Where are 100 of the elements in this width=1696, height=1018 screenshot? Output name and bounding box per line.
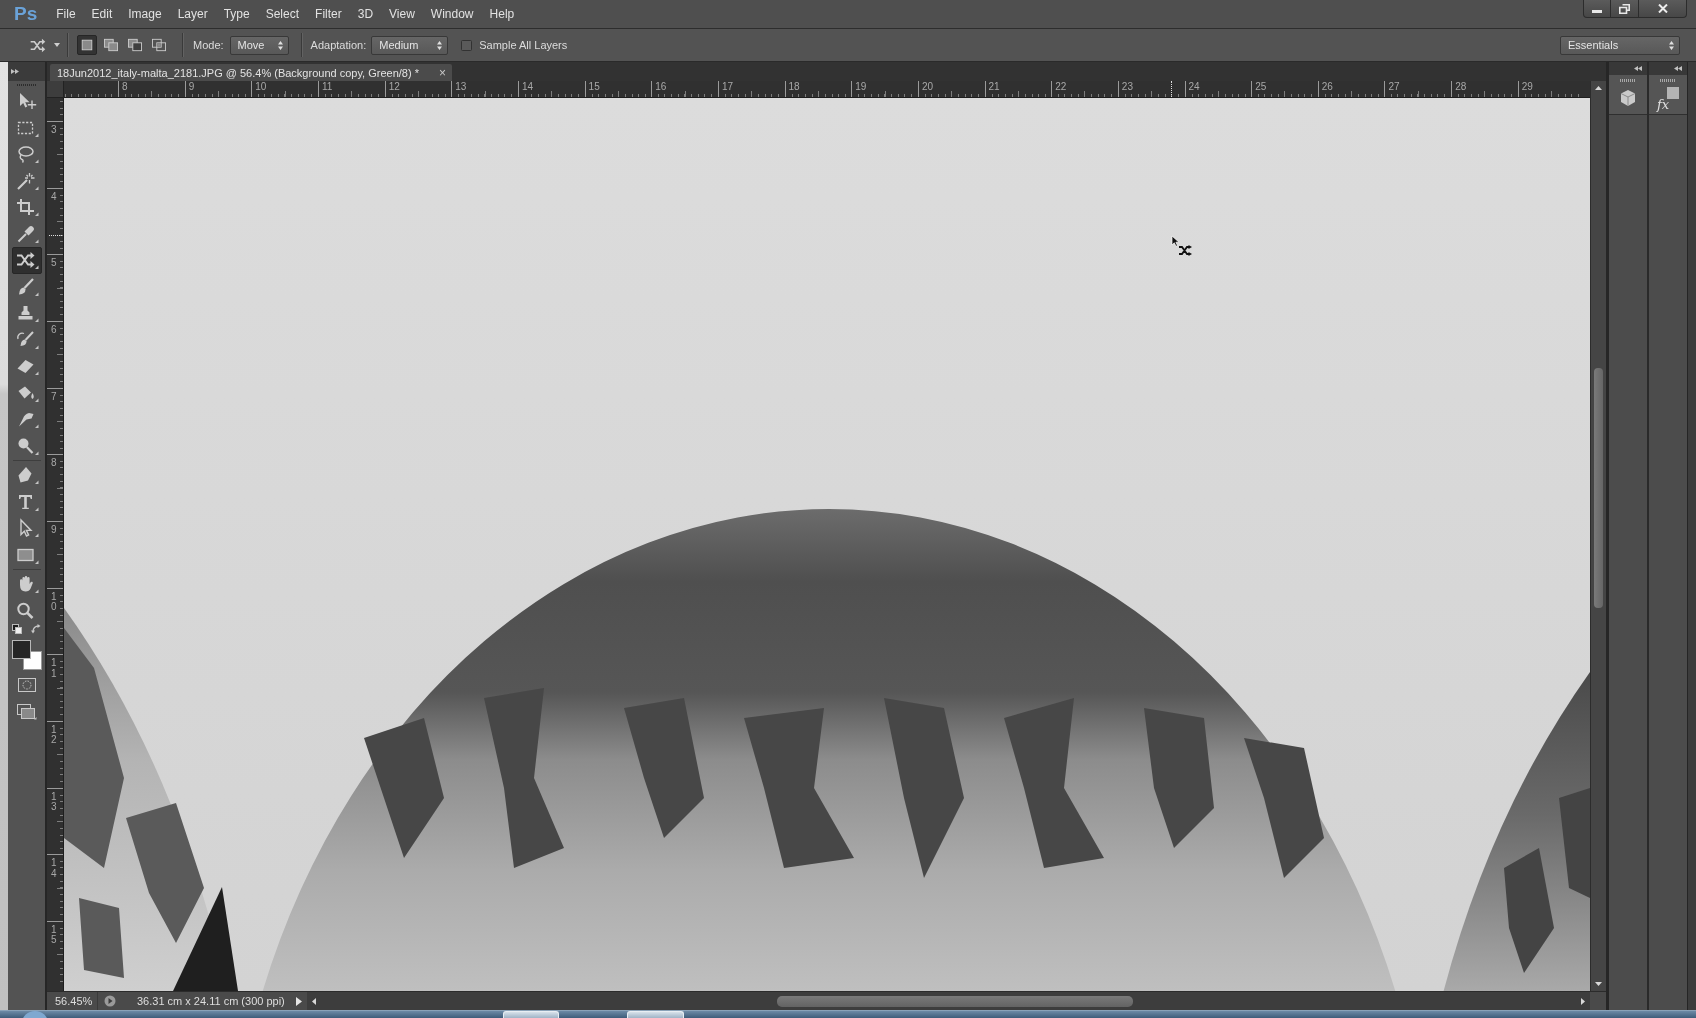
ruler-label: 13 <box>51 791 57 813</box>
minimize-button[interactable] <box>1583 0 1611 18</box>
ruler-label: 5 <box>51 258 57 269</box>
ruler-label: 7 <box>51 391 57 403</box>
ruler-label: 3 <box>51 125 57 136</box>
close-icon <box>1657 4 1668 13</box>
ruler-label: 14 <box>51 858 57 880</box>
ruler-label: 16 <box>655 81 667 92</box>
ruler-label: 17 <box>721 81 734 92</box>
restore-button[interactable] <box>1611 0 1639 18</box>
ruler-label: 15 <box>51 924 57 946</box>
double-chevron-icon[interactable] <box>11 69 19 74</box>
ruler-label: 19 <box>855 81 867 92</box>
menu-item[interactable]: Type <box>215 3 258 25</box>
start-orb-icon[interactable] <box>20 1011 50 1018</box>
cursor-icon <box>1171 235 1193 257</box>
double-chevron-icon[interactable] <box>1634 66 1642 71</box>
ruler-label: 28 <box>1455 81 1467 92</box>
app-logo: Ps <box>14 3 38 25</box>
ruler-label: 23 <box>1121 81 1133 92</box>
ruler-label: 10 <box>51 591 57 613</box>
square-icon <box>1667 87 1679 99</box>
scrollbar-thumb[interactable] <box>1594 368 1603 608</box>
mode-label: Mode: <box>193 39 224 51</box>
adaptation-dropdown[interactable]: Medium <box>371 35 449 55</box>
vertical-scrollbar[interactable] <box>1590 81 1606 991</box>
selection-mode-button[interactable] <box>77 35 97 55</box>
mini-swatches-icon[interactable] <box>12 624 22 634</box>
up-arrow-icon[interactable] <box>1595 86 1602 90</box>
ruler-label: 24 <box>1188 81 1200 92</box>
ruler-label: 4 <box>51 191 57 203</box>
dashed-circle-frame-icon <box>17 678 36 692</box>
ruler-label: 8 <box>51 458 57 469</box>
ruler-label: 12 <box>388 81 400 92</box>
ruler-label: 10 <box>255 81 267 92</box>
ruler-label: 27 <box>1388 81 1400 92</box>
ruler-label: 8 <box>122 81 128 92</box>
sample-all-layers-checkbox[interactable]: Sample All Layers <box>461 39 568 51</box>
ruler-label: 6 <box>51 324 57 336</box>
right-arrow-icon[interactable] <box>1581 997 1585 1005</box>
document-tab[interactable]: 18Jun2012_italy-malta_2181.JPG @ 56.4% (Background copy, Green/8) * × <box>50 64 452 81</box>
minimize-icon <box>1592 10 1602 13</box>
document-title: 18Jun2012_italy-malta_2181.JPG @ 56.4% (Background copy, Green/8) * <box>56 66 419 79</box>
caret-icon <box>54 43 60 47</box>
menu-item[interactable]: Filter <box>307 3 350 25</box>
horizontal-scrollbar[interactable] <box>307 992 1590 1010</box>
ruler-label: 18 <box>788 81 800 92</box>
panel-button[interactable] <box>1609 75 1647 115</box>
menu-item[interactable]: Edit <box>83 3 121 25</box>
scrollbar-thumb[interactable] <box>777 995 1133 1007</box>
ruler-label: 11 <box>51 658 57 680</box>
swap-arrow-icon[interactable] <box>31 624 41 634</box>
history-brush-icon <box>14 329 39 350</box>
menu-item[interactable]: Help <box>481 3 523 25</box>
stacked-windows-icon <box>16 704 37 720</box>
menu-item[interactable]: View <box>381 3 423 25</box>
ruler-label: 20 <box>921 81 933 92</box>
ruler-cursor-marker <box>1171 81 1172 97</box>
ruler-label: 13 <box>455 81 467 92</box>
ruler-label: 9 <box>188 81 195 92</box>
tool-button[interactable] <box>11 247 42 274</box>
grip-icon <box>1660 79 1676 82</box>
ruler-label: 9 <box>51 524 57 536</box>
subtract-squares-icon <box>127 38 143 52</box>
menu-item[interactable]: Window <box>422 3 482 25</box>
close-tab-button[interactable]: × <box>433 65 452 80</box>
mode-dropdown[interactable]: Move <box>229 35 289 55</box>
down-arrow-icon[interactable] <box>1595 982 1602 986</box>
crop-icon <box>14 197 39 218</box>
left-arrow-icon[interactable] <box>312 997 316 1005</box>
dropdown-arrows-icon <box>1669 40 1674 50</box>
menu-item[interactable]: File <box>48 3 84 25</box>
panel-button[interactable]: fx <box>1649 75 1687 115</box>
intersect-squares-icon <box>151 38 167 52</box>
ruler-label: 15 <box>588 81 600 92</box>
dropdown-arrows-icon <box>277 40 283 50</box>
double-chevron-icon[interactable] <box>1674 66 1682 71</box>
grip-icon <box>1620 79 1636 82</box>
menu-item[interactable]: Image <box>120 3 170 25</box>
right-triangle-icon <box>296 996 302 1006</box>
ruler-label: 21 <box>988 81 1000 92</box>
close-button[interactable] <box>1639 0 1687 18</box>
ruler-label: 25 <box>1255 81 1267 92</box>
ruler-label: 26 <box>1321 81 1333 92</box>
document-size-text: 36.31 cm x 24.11 cm (300 ppi) <box>137 995 286 1007</box>
menu-item[interactable]: Layer <box>169 3 216 25</box>
single-square-icon <box>79 38 95 52</box>
menu-item[interactable]: Select <box>257 3 308 25</box>
ruler-cursor-marker <box>49 235 62 236</box>
ruler-label: 12 <box>51 724 57 746</box>
ruler-label: 14 <box>521 81 534 92</box>
adaptation-label: Adaptation: <box>310 39 367 51</box>
ruler-label: 29 <box>1521 81 1533 92</box>
workspace-dropdown[interactable]: Essentials <box>1560 35 1680 55</box>
cube-icon <box>1619 89 1637 107</box>
foreground-swatch-icon[interactable] <box>12 640 31 659</box>
dropdown-arrows-icon <box>437 40 443 50</box>
menu-item[interactable]: 3D <box>349 3 382 25</box>
fx-label: fx <box>1657 97 1670 112</box>
ruler-label: 22 <box>1055 81 1067 92</box>
